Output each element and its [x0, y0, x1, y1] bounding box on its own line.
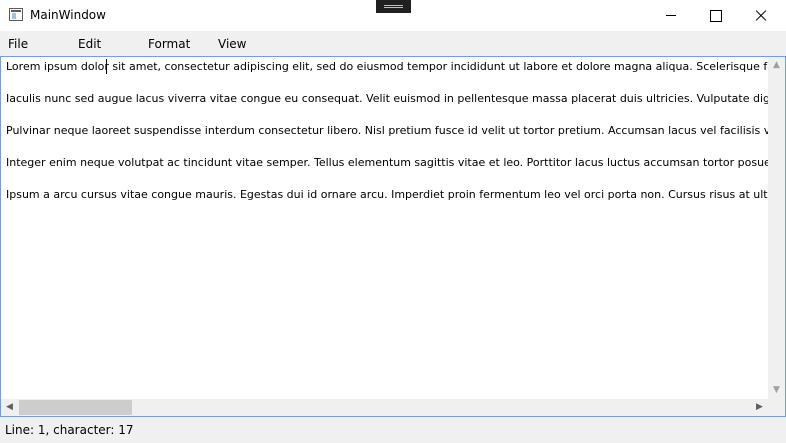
- title-bar[interactable]: MainWindow: [0, 0, 786, 31]
- menu-edit[interactable]: Edit: [78, 37, 101, 51]
- scroll-down-icon[interactable]: ▼: [768, 382, 785, 399]
- horizontal-scrollbar[interactable]: ◀ ▶: [1, 399, 768, 416]
- scroll-left-icon[interactable]: ◀: [1, 399, 18, 416]
- menu-view[interactable]: View: [218, 37, 246, 51]
- editor-line: Iaculis nunc sed augue lacus viverra vit…: [6, 92, 768, 105]
- text-caret: [106, 59, 107, 74]
- text-editor[interactable]: Lorem ipsum dolor sit amet, consectetur …: [0, 56, 786, 417]
- maximize-button[interactable]: [692, 0, 738, 31]
- editor-line: Lorem ipsum dolor sit amet, consectetur …: [6, 60, 768, 73]
- scroll-up-icon[interactable]: ▲: [768, 57, 785, 74]
- close-button[interactable]: [738, 0, 784, 31]
- main-window: MainWindow File Edit Format View Lorem i…: [0, 0, 786, 443]
- horizontal-scroll-thumb[interactable]: [19, 400, 132, 415]
- scrollbar-corner: [768, 399, 785, 416]
- scroll-right-icon[interactable]: ▶: [751, 399, 768, 416]
- drag-handle-icon[interactable]: [376, 0, 411, 13]
- cursor-position-status: Line: 1, character: 17: [5, 423, 134, 437]
- minimize-button[interactable]: [648, 0, 694, 31]
- status-bar: Line: 1, character: 17: [0, 417, 786, 443]
- menu-bar: File Edit Format View: [0, 31, 786, 56]
- editor-line: Ipsum a arcu cursus vitae congue mauris.…: [6, 188, 768, 201]
- menu-format[interactable]: Format: [148, 37, 190, 51]
- window-title: MainWindow: [30, 8, 106, 22]
- window-app-icon: [9, 8, 23, 21]
- editor-line: Integer enim neque volutpat ac tincidunt…: [6, 156, 768, 169]
- editor-line: Pulvinar neque laoreet suspendisse inter…: [6, 124, 768, 137]
- editor-text-area[interactable]: Lorem ipsum dolor sit amet, consectetur …: [1, 57, 768, 399]
- vertical-scrollbar[interactable]: ▲ ▼: [768, 57, 785, 399]
- menu-file[interactable]: File: [8, 37, 28, 51]
